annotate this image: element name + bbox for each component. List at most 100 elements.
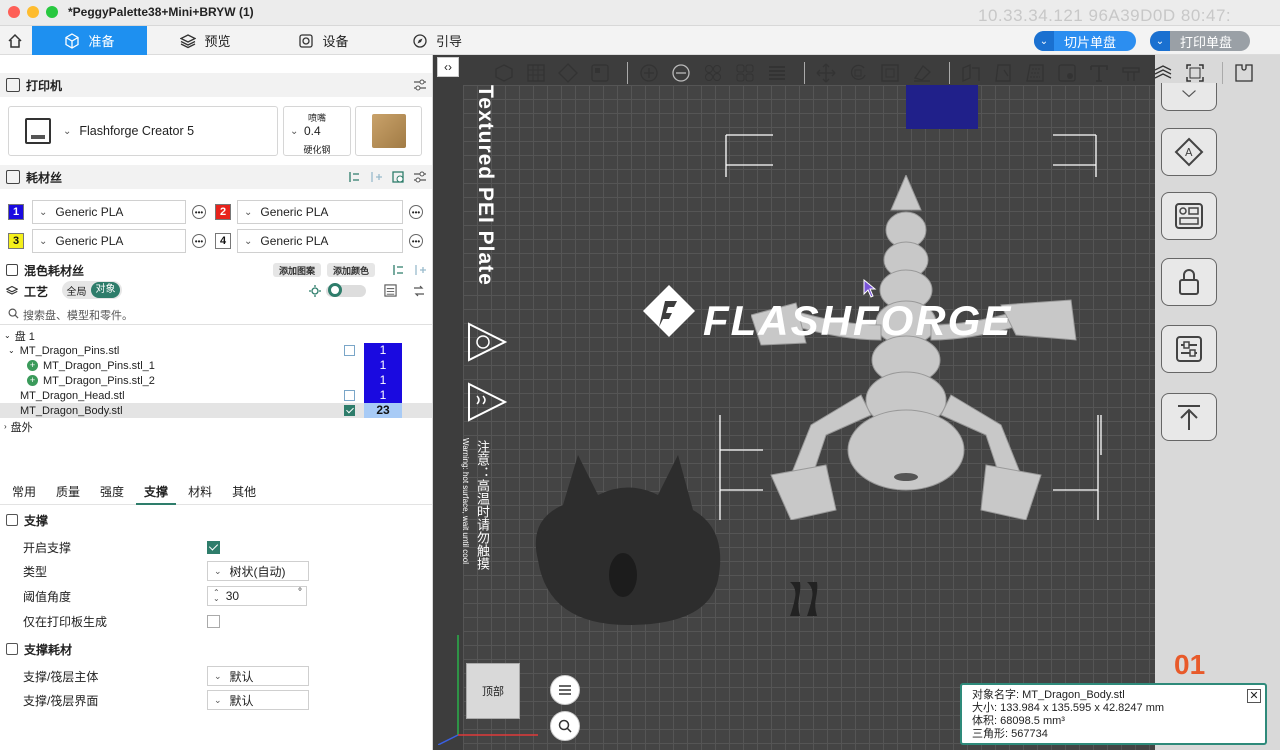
compare-icon[interactable] [412,284,426,298]
dragon-head-model[interactable] [518,450,733,630]
add-plate-button[interactable] [523,61,549,85]
tree-outside-row[interactable]: › 盘外 [0,419,432,434]
dragon-pins-model[interactable] [785,578,825,620]
support-paint-button[interactable] [990,61,1016,85]
close-icon[interactable]: ✕ [1247,689,1261,703]
toggle-object[interactable]: 对象 [91,282,120,298]
plate-settings-button[interactable] [1161,325,1217,373]
plate-type-selector[interactable] [355,106,422,156]
chevron-right-icon[interactable]: › [4,422,7,431]
add-color-button[interactable]: 添加颜色 [327,263,376,277]
filament-color-badge[interactable]: 1 [8,204,24,220]
more-options-icon[interactable]: ••• [192,234,206,248]
filament-color-badge[interactable]: 2 [215,204,231,220]
filament-selector[interactable]: ⌄ Generic PLA [237,229,403,253]
dragon-model[interactable] [751,175,1091,520]
object-checkbox[interactable] [344,345,355,356]
add-filament-icon[interactable] [413,263,427,277]
chevron-down-icon[interactable]: ⌄ [8,346,15,355]
settings-sliders-icon[interactable] [413,78,427,92]
chevron-down-icon[interactable]: ⌄ [4,331,11,340]
measure-tool-button[interactable] [1118,61,1144,85]
tree-part-row[interactable]: + MT_Dragon_Pins.stl_2 1 [0,373,432,388]
support-type-select[interactable]: ⌄ 树状(自动) [207,561,309,581]
filament-index[interactable]: 23 [364,403,402,418]
process-scope-toggle[interactable]: 全局 对象 [62,281,122,299]
expert-mode-icon[interactable] [308,284,322,298]
assembly-view-button[interactable] [1231,61,1257,85]
add-filament-icon[interactable] [369,170,383,184]
tree-object-row[interactable]: ⌄ MT_Dragon_Pins.stl 1 [0,343,432,358]
fit-view-button[interactable] [1182,61,1208,85]
view-menu-button[interactable] [550,675,580,705]
filament-index[interactable]: 1 [364,358,402,373]
zoom-window-button[interactable] [46,6,58,18]
filament-color-badge[interactable]: 4 [215,233,231,249]
tab-preview[interactable]: 预览 [178,26,233,55]
variable-layer-button[interactable] [1150,61,1176,85]
support-base-select[interactable]: ⌄ 默认 [207,666,309,686]
tree-object-row-selected[interactable]: MT_Dragon_Body.stl 23 [0,403,432,418]
object-checkbox[interactable] [344,405,355,416]
lock-plate-button[interactable] [1161,258,1217,306]
auto-orient-side-button[interactable]: A [1161,128,1217,176]
prop-tab-strength[interactable]: 强度 [92,483,132,505]
toggle-global[interactable]: 全局 [62,283,91,298]
list-icon[interactable] [384,284,397,297]
more-options-icon[interactable]: ••• [409,234,423,248]
tree-part-row[interactable]: + MT_Dragon_Pins.stl_1 1 [0,358,432,373]
filament-edit-icon[interactable] [391,170,405,184]
prop-tab-material[interactable]: 材料 [180,483,220,505]
move-to-top-button[interactable] [1161,393,1217,441]
filament-selector[interactable]: ⌄ Generic PLA [32,200,186,224]
more-options-icon[interactable]: ••• [192,205,206,219]
arrange-side-button[interactable] [1161,192,1217,240]
arrange-button[interactable] [587,61,613,85]
spinner-icon[interactable]: ⌃ ⌄ [213,589,220,603]
split-parts-button[interactable] [732,61,758,85]
filament-selector[interactable]: ⌄ Generic PLA [237,200,403,224]
lay-on-face-button[interactable] [909,61,935,85]
side-tool-top[interactable] [1161,83,1217,111]
threshold-angle-input[interactable]: ⌃ ⌄ 30 ° [207,586,307,606]
text-tool-button[interactable] [1086,61,1112,85]
filament-color-badge[interactable]: 3 [8,233,24,249]
tab-guide[interactable]: 引导 [412,26,462,55]
prop-tab-quality[interactable]: 质量 [48,483,88,505]
chevron-down-icon[interactable]: ⌄ [1034,31,1054,51]
cut-tool-button[interactable] [958,61,984,85]
add-object-button[interactable] [491,61,517,85]
enable-support-checkbox[interactable] [207,540,220,554]
rotate-tool-button[interactable] [845,61,871,85]
remove-instance-button[interactable] [668,61,694,85]
add-instance-button[interactable] [636,61,662,85]
close-window-button[interactable] [8,6,20,18]
layers-editing-button[interactable] [764,61,790,85]
object-search[interactable]: 搜索盘、模型和零件。 [0,305,432,325]
settings-sliders-icon[interactable] [413,170,427,184]
3d-viewport[interactable]: FLASHFORGE Textured PEI Plate 注意：高温时请勿触摸… [433,55,1280,750]
split-objects-button[interactable] [700,61,726,85]
sync-icon[interactable] [347,170,361,184]
tree-plate-row[interactable]: ⌄ 盘 1 [0,328,432,343]
add-pattern-button[interactable]: 添加图案 [273,263,322,277]
more-options-icon[interactable]: ••• [409,205,423,219]
filament-selector[interactable]: ⌄ Generic PLA [32,229,186,253]
advanced-switch[interactable] [326,283,366,297]
minimize-window-button[interactable] [27,6,39,18]
scale-tool-button[interactable] [877,61,903,85]
zoom-button[interactable] [550,711,580,741]
home-button[interactable] [0,26,30,55]
object-checkbox[interactable] [344,390,355,401]
support-interface-select[interactable]: ⌄ 默认 [207,690,309,710]
move-tool-button[interactable] [813,61,839,85]
color-paint-button[interactable] [1054,61,1080,85]
print-plate-button[interactable]: ⌄ 打印单盘 [1150,31,1250,51]
slice-plate-button[interactable]: ⌄ 切片单盘 [1034,31,1136,51]
prop-tab-support[interactable]: 支撑 [136,483,177,505]
filament-index[interactable]: 1 [364,373,402,388]
tab-device[interactable]: 设备 [296,26,351,55]
nozzle-selector[interactable]: 喷嘴 ⌄ 0.4 硬化钢 [283,106,351,156]
prop-tab-general[interactable]: 常用 [4,483,44,505]
chevron-down-icon[interactable]: ⌄ [1150,31,1170,51]
